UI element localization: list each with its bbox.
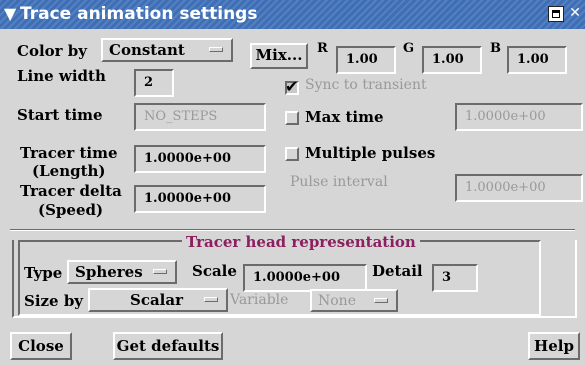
maximize-icon[interactable] bbox=[548, 6, 564, 22]
window-title: Trace animation settings bbox=[20, 4, 258, 24]
variable-select[interactable]: None bbox=[310, 289, 398, 312]
variable-label: Variable bbox=[230, 292, 289, 308]
max-time-label: Max time bbox=[305, 108, 384, 126]
tracer-time-label: Tracer time bbox=[20, 144, 118, 162]
tracer-time-field[interactable]: 1.0000e+00 bbox=[134, 145, 266, 173]
size-by-label: Size by bbox=[24, 292, 84, 310]
sync-to-transient-checkbox[interactable]: ✔ bbox=[285, 77, 299, 96]
scale-label: Scale bbox=[192, 262, 237, 280]
window-menu-chevron-icon[interactable]: ▼ bbox=[4, 6, 20, 22]
line-width-field[interactable]: 2 bbox=[134, 69, 174, 97]
max-time-field[interactable]: 1.0000e+00 bbox=[455, 103, 583, 131]
multiple-pulses-checkbox[interactable] bbox=[285, 147, 299, 161]
tracer-delta-label: Tracer delta bbox=[20, 182, 122, 200]
close-button[interactable]: Close bbox=[10, 332, 72, 360]
close-window-icon[interactable]: ✕ bbox=[567, 6, 583, 22]
color-by-select[interactable]: Constant bbox=[101, 38, 233, 62]
tracer-time-sublabel: (Length) bbox=[32, 162, 106, 180]
size-by-value: Scalar bbox=[130, 291, 184, 309]
g-field[interactable]: 1.00 bbox=[422, 46, 482, 74]
b-field[interactable]: 1.00 bbox=[507, 46, 567, 74]
color-by-value: Constant bbox=[109, 41, 185, 59]
sync-to-transient-label: Sync to transient bbox=[305, 77, 427, 93]
option-menu-indicator-icon bbox=[374, 298, 388, 303]
separator bbox=[10, 229, 575, 231]
pulse-interval-field[interactable]: 1.0000e+00 bbox=[455, 174, 583, 202]
type-label: Type bbox=[24, 264, 63, 282]
start-time-field[interactable]: NO_STEPS bbox=[134, 103, 266, 131]
start-time-label: Start time bbox=[17, 106, 103, 124]
b-label: B bbox=[490, 41, 501, 56]
color-by-label: Color by bbox=[17, 42, 87, 60]
type-select[interactable]: Spheres bbox=[67, 260, 177, 284]
option-menu-indicator-icon bbox=[209, 47, 223, 52]
r-label: R bbox=[317, 41, 328, 56]
title-bar[interactable]: ▼ Trace animation settings ✕ bbox=[0, 0, 585, 29]
pulse-interval-label: Pulse interval bbox=[290, 174, 388, 190]
get-defaults-button[interactable]: Get defaults bbox=[113, 332, 223, 360]
mix-button[interactable]: Mix... bbox=[250, 43, 308, 69]
g-label: G bbox=[403, 41, 415, 56]
trace-animation-settings-window: ▼ Trace animation settings ✕ Color by Co… bbox=[0, 0, 585, 366]
tracer-head-title: Tracer head representation bbox=[182, 233, 420, 251]
help-button[interactable]: Help bbox=[528, 332, 580, 360]
max-time-checkbox[interactable] bbox=[285, 111, 299, 125]
tracer-delta-sublabel: (Speed) bbox=[38, 201, 104, 219]
checkmark-icon: ✔ bbox=[285, 77, 299, 96]
multiple-pulses-label: Multiple pulses bbox=[305, 144, 436, 162]
option-menu-indicator-icon bbox=[153, 269, 167, 274]
detail-label: Detail bbox=[372, 262, 423, 280]
variable-value: None bbox=[318, 293, 356, 309]
scale-field[interactable]: 1.0000e+00 bbox=[243, 264, 367, 292]
option-menu-indicator-icon bbox=[204, 297, 218, 302]
line-width-label: Line width bbox=[17, 67, 106, 85]
detail-field[interactable]: 3 bbox=[432, 264, 478, 292]
tracer-delta-field[interactable]: 1.0000e+00 bbox=[134, 185, 266, 213]
size-by-select[interactable]: Scalar bbox=[88, 288, 228, 312]
r-field[interactable]: 1.00 bbox=[336, 46, 396, 74]
type-value: Spheres bbox=[75, 263, 143, 281]
